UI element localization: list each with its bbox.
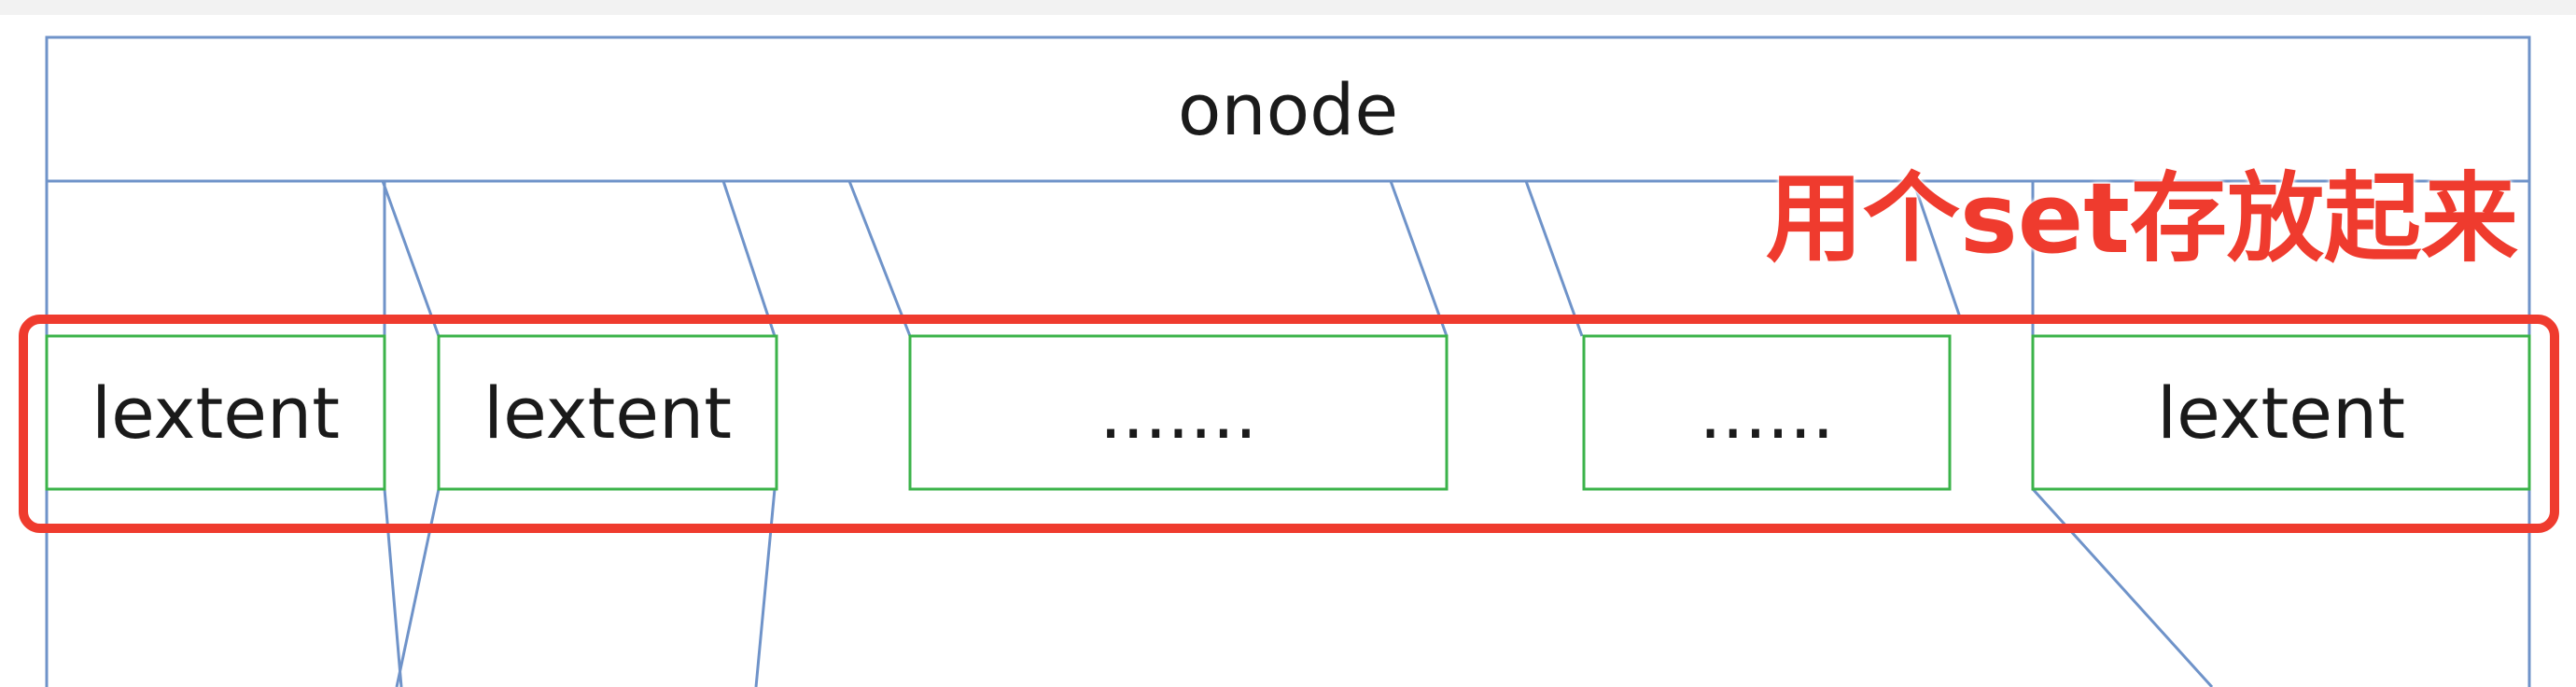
connector-line xyxy=(383,488,403,687)
extent-label-1: lextent xyxy=(91,371,341,455)
set-annotation: 用个set存放起来 xyxy=(1765,161,2518,275)
connector-line xyxy=(847,180,912,337)
extent-label-4: ...... xyxy=(1699,371,1835,455)
connector-line xyxy=(721,180,777,337)
connector-line xyxy=(1524,180,1584,337)
diagram-canvas: onode lextent lextent ....... ...... lex… xyxy=(0,0,2576,687)
extent-label-2: lextent xyxy=(483,371,733,455)
connector-line xyxy=(754,488,777,687)
onode-label: onode xyxy=(1177,67,1399,151)
connector-line xyxy=(2031,487,2214,687)
extent-label-3: ....... xyxy=(1099,371,1258,455)
connector-line xyxy=(381,180,441,337)
connector-line xyxy=(395,488,441,687)
extent-label-5: lextent xyxy=(2156,371,2406,455)
connector-line xyxy=(1389,180,1449,337)
